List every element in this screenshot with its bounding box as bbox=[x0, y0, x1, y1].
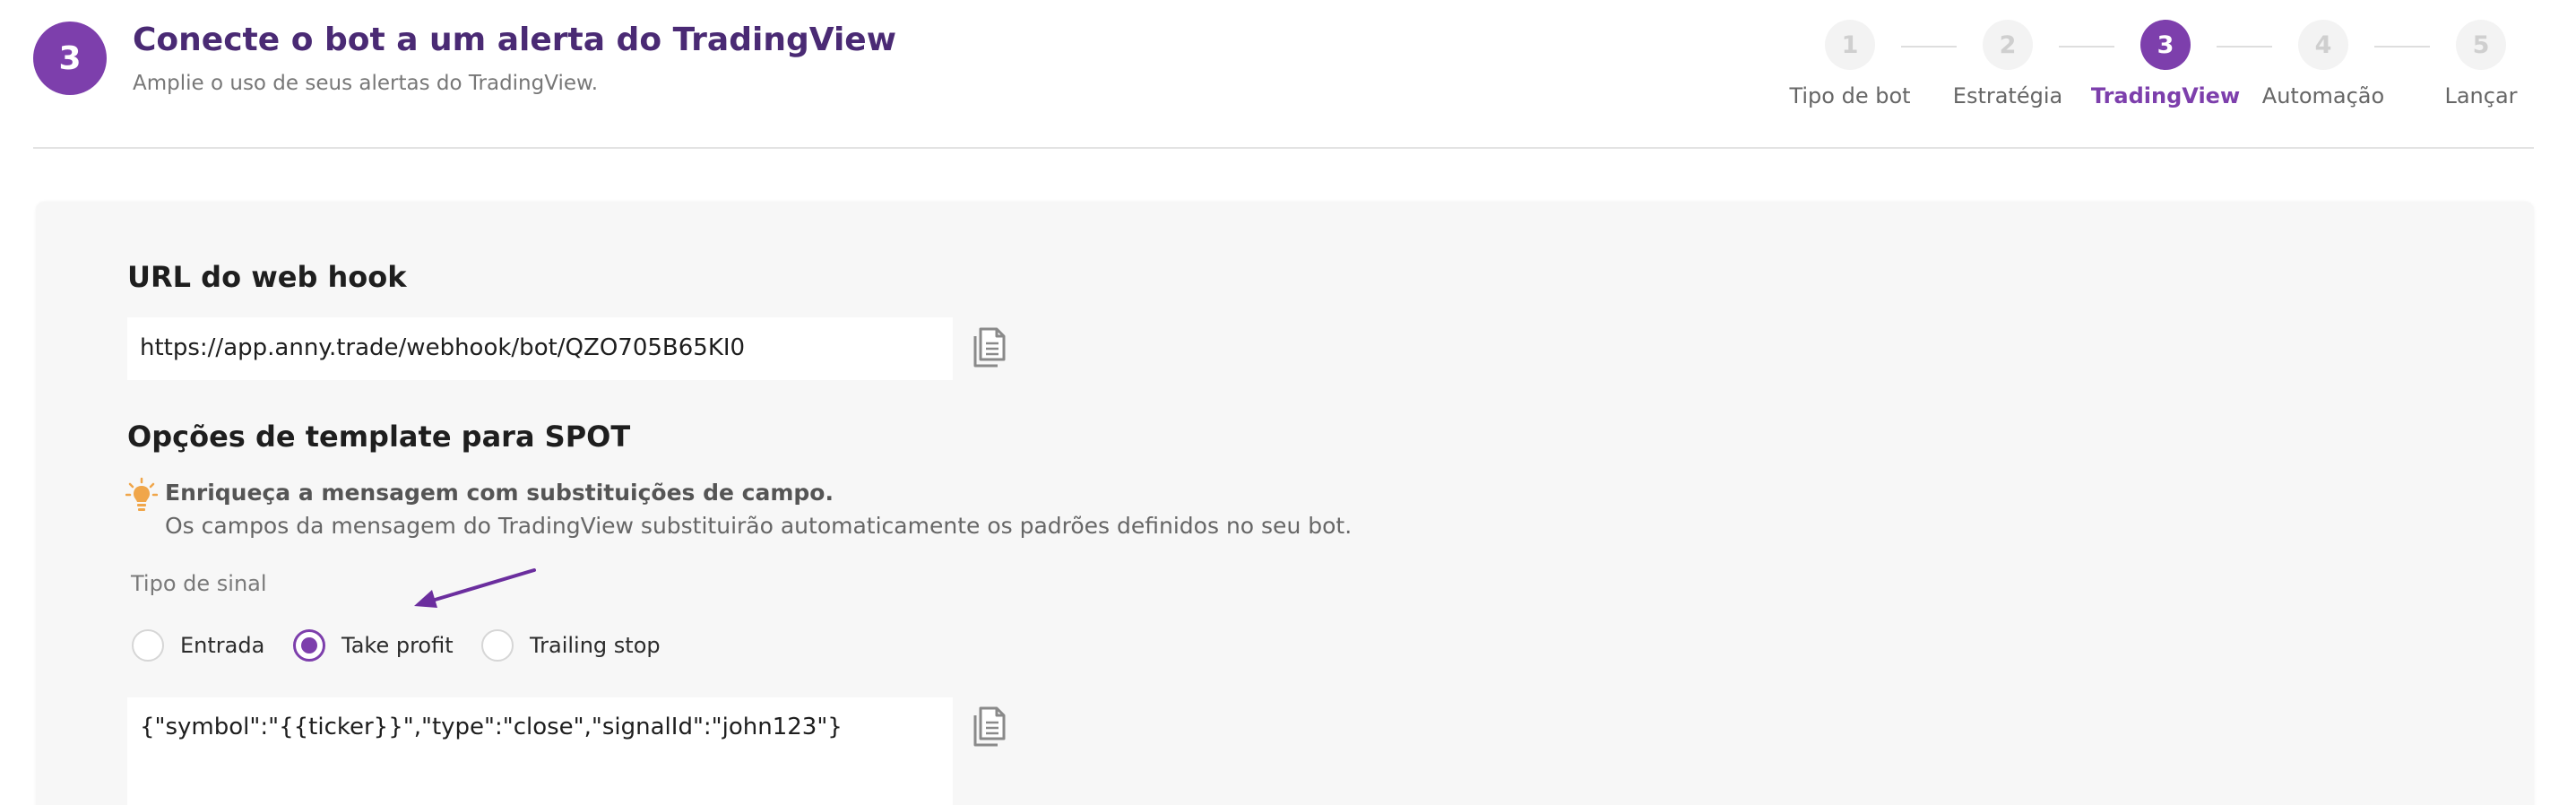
copy-icon[interactable] bbox=[968, 325, 1009, 370]
stepper-label: Estratégia bbox=[1952, 83, 2063, 108]
radio-label: Entrada bbox=[180, 633, 265, 658]
radio-entrada[interactable]: Entrada bbox=[132, 628, 264, 663]
radio-take-profit[interactable]: Take profit bbox=[293, 628, 454, 663]
signal-type-label: Tipo de sinal bbox=[131, 571, 267, 596]
template-message-field[interactable]: {"symbol":"{{ticker}}","type":"close","s… bbox=[127, 697, 953, 805]
tip-text: Os campos da mensagem do TradingView sub… bbox=[165, 513, 1353, 539]
step-badge: 3 bbox=[33, 22, 107, 95]
stepper-connector bbox=[2374, 46, 2430, 48]
radio-label: Take profit bbox=[341, 633, 454, 658]
stepper-label: Automação bbox=[2261, 83, 2385, 108]
radio-trailing-stop[interactable]: Trailing stop bbox=[481, 628, 661, 663]
arrow-annotation-icon bbox=[414, 568, 536, 608]
radio-label: Trailing stop bbox=[530, 633, 661, 658]
stepper-number: 5 bbox=[2456, 20, 2506, 70]
radio-circle[interactable] bbox=[293, 629, 325, 662]
webhook-url-field[interactable]: https://app.anny.trade/webhook/bot/QZO70… bbox=[127, 317, 953, 380]
stepper-connector bbox=[1901, 46, 1957, 48]
stepper-number: 1 bbox=[1825, 20, 1875, 70]
stepper-connector bbox=[2059, 46, 2114, 48]
stepper-label: Tipo de bot bbox=[1789, 83, 1911, 108]
page-subtitle: Amplie o uso de seus alertas do TradingV… bbox=[133, 72, 599, 95]
page-title: Conecte o bot a um alerta do TradingView bbox=[133, 22, 896, 58]
webhook-url-value: https://app.anny.trade/webhook/bot/QZO70… bbox=[140, 334, 746, 361]
stepper-connector bbox=[2217, 46, 2272, 48]
stepper-number: 4 bbox=[2298, 20, 2348, 70]
stepper-number: 3 bbox=[2140, 20, 2191, 70]
template-label: Opções de template para SPOT bbox=[127, 420, 631, 454]
stepper-label: Lançar bbox=[2444, 83, 2518, 108]
tip-title: Enriqueça a mensagem com substituições d… bbox=[165, 480, 834, 506]
stepper-number: 2 bbox=[1983, 20, 2033, 70]
radio-circle[interactable] bbox=[132, 629, 164, 662]
copy-icon[interactable] bbox=[968, 705, 1009, 749]
radio-circle[interactable] bbox=[481, 629, 514, 662]
page-header: 3 Conecte o bot a um alerta do TradingVi… bbox=[0, 0, 2576, 149]
lightbulb-icon bbox=[125, 477, 159, 513]
stepper-label: TradingView bbox=[2090, 83, 2241, 108]
template-message-value: {"symbol":"{{ticker}}","type":"close","s… bbox=[140, 714, 843, 740]
webhook-label: URL do web hook bbox=[127, 260, 407, 294]
header-divider bbox=[33, 147, 2534, 149]
